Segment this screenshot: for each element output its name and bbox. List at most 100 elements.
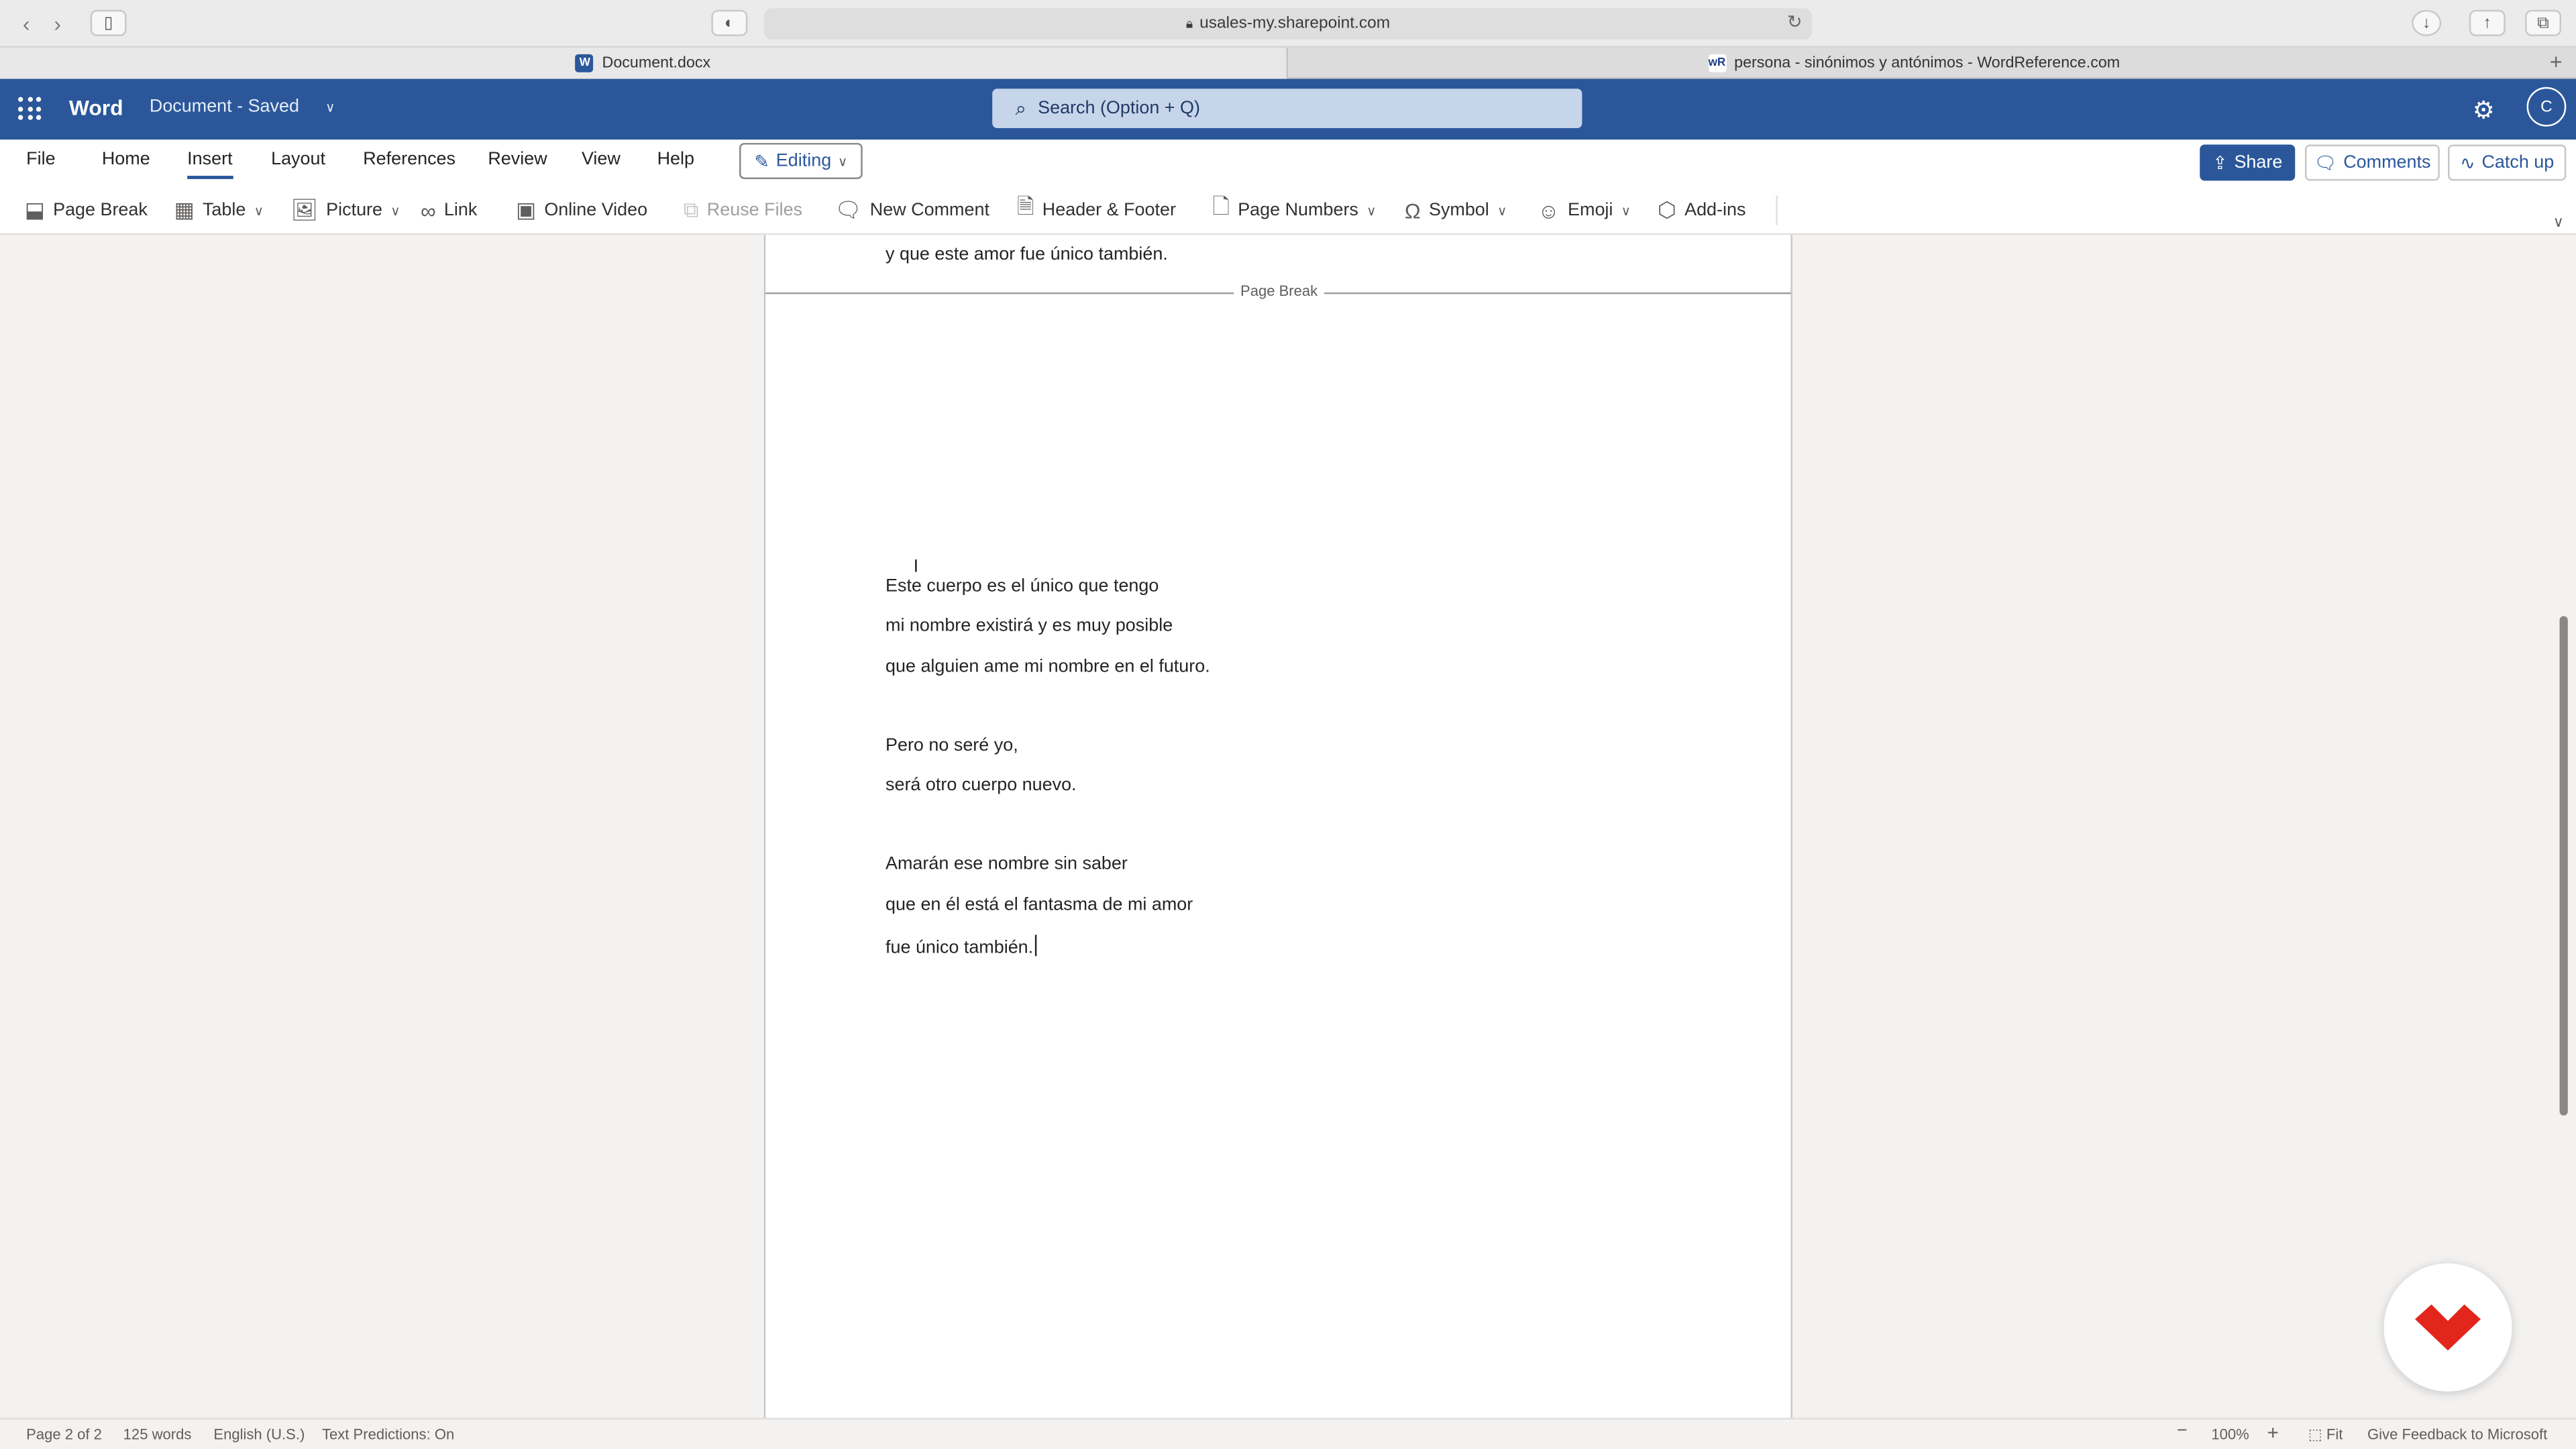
privacy-shield-icon[interactable]: ◐ <box>711 9 748 36</box>
poem-line[interactable]: será otro cuerpo nuevo. <box>885 775 1077 795</box>
ribbon-label: Symbol <box>1428 200 1489 221</box>
fit-label: Fit <box>2326 1426 2343 1443</box>
poem-line[interactable]: Pero no seré yo, <box>885 736 1018 755</box>
zoom-level[interactable]: 100% <box>2211 1426 2249 1442</box>
wordreference-favicon-icon: wR <box>1707 54 1726 72</box>
reload-icon[interactable]: ↻ <box>1787 11 1803 33</box>
online-video-button[interactable]: ▣ Online Video <box>516 197 647 223</box>
new-tab-icon[interactable]: + <box>2550 49 2563 74</box>
ribbon-label: Picture <box>326 200 383 221</box>
emoji-button[interactable]: ☺ Emoji ∨ <box>1538 197 1631 223</box>
poem-line[interactable]: que en él está el fantasma de mi amor <box>885 896 1193 915</box>
poem-line[interactable]: Este cuerpo es el único que tengo <box>885 577 1159 596</box>
tab-help[interactable]: Help <box>657 150 694 169</box>
ribbon-label: Page Numbers <box>1238 200 1358 221</box>
feedback-link[interactable]: Give Feedback to Microsoft <box>2367 1426 2547 1442</box>
page-break-button[interactable]: ⬓ Page Break <box>25 197 148 223</box>
zoom-in-icon[interactable]: + <box>2267 1421 2279 1444</box>
comments-button[interactable]: 🗨︎ Comments <box>2304 144 2440 181</box>
new-comment-button[interactable]: 🗨︎ New Comment <box>835 197 989 223</box>
page-break-label: Page Break <box>1234 282 1324 299</box>
tab-references[interactable]: References <box>363 150 455 169</box>
document-page[interactable]: y que este amor fue único también. Page … <box>763 235 1792 1418</box>
document-title[interactable]: Document - Saved ∨ <box>150 97 335 116</box>
menu-tabs: File Home Insert Layout References Revie… <box>0 140 2576 186</box>
zoom-out-icon[interactable]: − <box>2177 1421 2188 1440</box>
share-icon: ⇪ <box>2212 153 2228 174</box>
header-footer-button[interactable]: 🗎︎ Header & Footer <box>1017 194 1176 223</box>
tab-overview-icon[interactable]: ⧉ <box>2525 9 2561 36</box>
chevron-down-icon: ∨ <box>325 99 335 115</box>
comment-icon: 🗨︎ <box>835 197 862 222</box>
tab-view[interactable]: View <box>582 150 621 169</box>
app-launcher-icon[interactable] <box>17 97 42 120</box>
ribbon-label: Table <box>202 200 246 221</box>
tab-layout[interactable]: Layout <box>271 150 325 169</box>
search-placeholder: Search (Option + Q) <box>1038 98 1200 119</box>
screen: ‹ › ▯ ◐ 🔒︎ usales-my.sharepoint.com ↻ ↓ … <box>0 0 2576 1449</box>
red-logo-icon <box>2415 1304 2481 1351</box>
chevron-down-icon: ∨ <box>1621 203 1631 218</box>
downloads-icon[interactable]: ↓ <box>2412 9 2442 36</box>
language-indicator[interactable]: English (U.S.) <box>213 1426 305 1442</box>
add-ins-button[interactable]: ⬡ Add-ins <box>1658 197 1746 223</box>
chevron-down-icon[interactable]: ∨ <box>2553 213 2564 231</box>
comments-label: Comments <box>2343 152 2431 173</box>
table-button[interactable]: ▦ Table ∨ <box>174 197 264 223</box>
share-label: Share <box>2234 152 2283 173</box>
picture-icon: 🖼︎ <box>290 197 318 222</box>
poem-line[interactable]: mi nombre existirá y es muy posible <box>885 616 1173 635</box>
chevron-down-icon: ∨ <box>837 153 848 169</box>
tab-insert[interactable]: Insert <box>187 150 232 169</box>
avatar[interactable]: C <box>2526 87 2567 127</box>
editing-mode-button[interactable]: ✎ Editing ∨ <box>739 143 863 179</box>
poem-line[interactable]: que alguien ame mi nombre en el futuro. <box>885 657 1210 677</box>
forward-icon[interactable]: › <box>43 10 72 36</box>
text-caret <box>1034 934 1037 957</box>
tab-review[interactable]: Review <box>488 150 547 169</box>
word-app-header: Word Document - Saved ∨ ⌕ Search (Option… <box>0 78 2576 140</box>
page-indicator[interactable]: Page 2 of 2 <box>26 1426 102 1442</box>
page-numbers-button[interactable]: 🗋︎ Page Numbers ∨ <box>1212 194 1377 223</box>
back-icon[interactable]: ‹ <box>11 10 41 36</box>
browser-tab-document[interactable]: W Document.docx <box>0 48 1289 79</box>
catch-up-button[interactable]: ∿ Catch up <box>2448 144 2567 181</box>
app-name[interactable]: Word <box>69 95 123 120</box>
browser-tabs: W Document.docx wR persona - sinónimos y… <box>0 48 2576 79</box>
share-button[interactable]: ⇪ Share <box>2200 144 2296 181</box>
ribbon-label: Emoji <box>1568 200 1613 221</box>
ribbon-label: Reuse Files <box>706 200 803 221</box>
comment-icon: 🗨︎ <box>2314 153 2337 174</box>
search-box[interactable]: ⌕ Search (Option + Q) <box>992 89 1582 129</box>
share-sheet-icon[interactable]: ↑ <box>2469 9 2506 36</box>
tab-file[interactable]: File <box>26 150 55 169</box>
reuse-files-icon: ⧉ <box>683 197 699 222</box>
text-predictions-status[interactable]: Text Predictions: On <box>322 1426 454 1442</box>
fit-button[interactable]: ⬚ Fit <box>2308 1426 2343 1444</box>
chevron-down-icon: ∨ <box>1366 203 1377 218</box>
page-break-icon: ⬓ <box>24 197 45 222</box>
word-favicon-icon: W <box>576 54 594 72</box>
poem-line-text: fue único también. <box>885 938 1034 958</box>
ribbon-label: Page Break <box>53 200 148 221</box>
browser-tab-label: persona - sinónimos y antónimos - WordRe… <box>1734 54 2121 72</box>
emoji-icon: ☺ <box>1538 198 1560 223</box>
scrollbar-thumb[interactable] <box>2559 616 2568 1116</box>
previous-page-last-line[interactable]: y que este amor fue único también. <box>885 245 1168 264</box>
sidebar-toggle-icon[interactable]: ▯ <box>90 9 127 36</box>
floating-logo-badge[interactable] <box>2383 1263 2512 1392</box>
ribbon-label: Online Video <box>544 200 648 221</box>
address-bar[interactable]: 🔒︎ usales-my.sharepoint.com ↻ <box>763 8 1813 40</box>
browser-tab-wordreference[interactable]: wR persona - sinónimos y antónimos - Wor… <box>1289 48 2538 79</box>
picture-button[interactable]: 🖼︎ Picture ∨ <box>290 197 400 223</box>
poem-line-last[interactable]: fue único también. <box>885 934 1037 958</box>
ribbon-label: New Comment <box>869 200 989 221</box>
symbol-button[interactable]: Ω Symbol ∨ <box>1405 197 1507 223</box>
page-numbers-icon: 🗋︎ <box>1212 193 1230 219</box>
gear-icon[interactable]: ⚙ <box>2473 95 2495 125</box>
word-count[interactable]: 125 words <box>123 1426 192 1442</box>
poem-line[interactable]: Amarán ese nombre sin saber <box>885 854 1128 873</box>
tab-home[interactable]: Home <box>102 150 150 169</box>
header-footer-icon: 🗎︎ <box>1016 193 1034 219</box>
link-button[interactable]: ∞ Link <box>421 197 477 223</box>
